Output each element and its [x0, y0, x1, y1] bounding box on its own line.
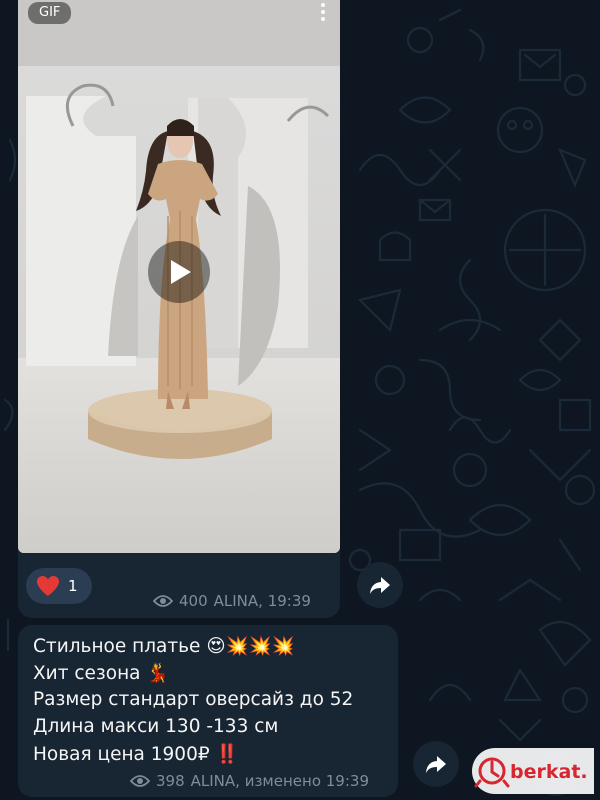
caption-line-5: Новая цена 1900₽ ‼️	[33, 744, 239, 765]
reaction-count: 1	[68, 577, 78, 595]
text-message-bubble[interactable]: Стильное платье 😍💥💥💥 Хит сезона 💃 Размер…	[18, 625, 398, 797]
caption-line-1: Стильное платье 😍💥💥💥	[33, 636, 295, 657]
views-count: 400	[179, 592, 208, 610]
views-eye-icon	[153, 595, 173, 607]
play-button[interactable]	[148, 241, 210, 303]
caption-line-3: Размер стандарт оверсайз до 52	[33, 689, 354, 710]
views-eye-icon	[130, 775, 150, 787]
message-footer: ALINA, 19:39	[213, 592, 311, 610]
more-options-icon[interactable]	[316, 0, 330, 30]
play-icon	[171, 260, 191, 284]
media-message-meta: 400 ALINA, 19:39	[153, 592, 311, 610]
forward-arrow-icon	[370, 577, 390, 594]
forward-button[interactable]	[413, 741, 459, 787]
berkat-logo-icon: berkat.	[474, 757, 588, 788]
gif-media-preview[interactable]: GIF	[18, 0, 340, 553]
forward-button[interactable]	[357, 562, 403, 608]
text-message-meta: 398 ALINA, изменено 19:39	[130, 772, 369, 790]
gif-message-bubble[interactable]: GIF 1 400 ALINA, 19:39	[18, 0, 340, 618]
caption-line-4: Длина макси 130 -133 см	[33, 716, 279, 737]
message-footer: ALINA, изменено 19:39	[190, 772, 369, 790]
heart-icon	[37, 576, 59, 596]
svg-text:berkat.: berkat.	[510, 761, 588, 783]
berkat-watermark-logo: berkat.	[472, 748, 594, 794]
caption-line-2: Хит сезона 💃	[33, 663, 170, 684]
views-count: 398	[156, 772, 185, 790]
heart-reaction-chip[interactable]: 1	[26, 568, 92, 604]
forward-arrow-icon	[426, 756, 446, 773]
gif-badge: GIF	[28, 2, 72, 24]
